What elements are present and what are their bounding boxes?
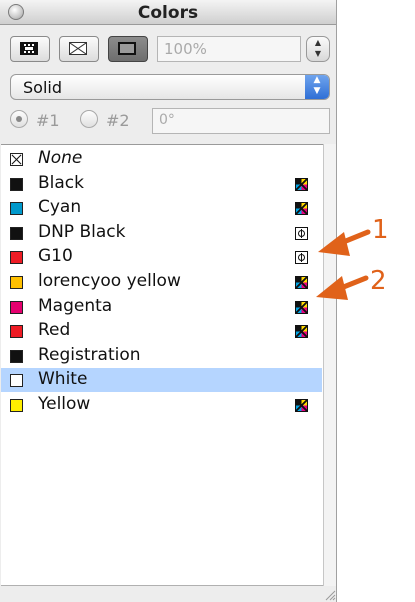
spot-icon [295, 226, 308, 240]
color-swatch [10, 374, 23, 388]
list-item[interactable]: None [1, 147, 322, 171]
chevron-down-icon[interactable]: ▼ [307, 48, 329, 59]
color-swatch [10, 399, 23, 412]
color-swatch [10, 349, 23, 363]
text-color-button[interactable] [108, 36, 148, 62]
colors-list[interactable]: None Black Cyan DNP Black G10 lorencyoo yello… [1, 144, 323, 586]
color-name: Cyan [38, 197, 82, 218]
list-item[interactable]: Registration [1, 344, 322, 368]
color-name: Yellow [38, 394, 91, 414]
color1-label: #1 [36, 111, 60, 130]
color-swatch [10, 226, 23, 240]
chevron-up-icon[interactable]: ▲ [307, 37, 329, 48]
window-title: Colors [137, 3, 199, 23]
list-item[interactable]: Cyan [1, 196, 322, 220]
blend-mode-select[interactable]: Solid ▲ ▼ [10, 74, 330, 100]
color-swatch [10, 153, 23, 166]
text-box-icon [118, 42, 136, 55]
cmyk-icon [295, 325, 308, 339]
content-color-button[interactable] [59, 36, 99, 62]
frame-color-button[interactable] [10, 36, 50, 62]
list-item[interactable]: Red [1, 319, 322, 343]
color-swatch [10, 325, 23, 339]
resize-grip-icon[interactable] [323, 588, 336, 601]
content-icon [69, 42, 87, 55]
title-bar[interactable]: Colors [0, 0, 336, 25]
color-name: Registration [38, 344, 141, 365]
color-name: Red [38, 320, 71, 341]
list-item[interactable]: G10 [1, 245, 322, 269]
popup-arrows-icon: ▲ ▼ [305, 75, 329, 99]
color2-radio[interactable] [80, 110, 98, 128]
cmyk-icon [295, 300, 308, 314]
list-item[interactable]: Magenta [1, 295, 322, 319]
callout-label-2: 2 [370, 266, 387, 296]
frame-icon [20, 42, 38, 55]
blend-mode-value: Solid [23, 78, 62, 97]
color-name: G10 [38, 246, 73, 267]
list-item[interactable]: lorencyoo yellow [1, 270, 322, 294]
tint-stepper[interactable]: ▲ ▼ [306, 36, 330, 62]
spot-icon [295, 251, 308, 265]
color1-radio[interactable] [10, 110, 28, 128]
tint-input[interactable]: 100% [157, 36, 301, 62]
color-swatch [10, 251, 23, 265]
cmyk-icon [295, 399, 308, 412]
angle-input[interactable]: 0° [152, 108, 330, 134]
list-item[interactable]: Yellow [1, 393, 322, 417]
color-name: White [38, 369, 88, 390]
cmyk-icon [295, 276, 308, 289]
color2-label: #2 [106, 111, 130, 130]
color-name: DNP Black [38, 221, 126, 242]
colors-palette: Colors 100% ▲ ▼ Solid ▲ ▼ #1 #2 0° None Bl… [0, 0, 337, 602]
list-item[interactable]: DNP Black [1, 221, 322, 245]
cmyk-icon [295, 177, 308, 191]
color-swatch [10, 177, 23, 191]
color-swatch [10, 276, 23, 289]
color-swatch [10, 202, 23, 216]
cmyk-icon [295, 202, 308, 216]
color-swatch [10, 300, 23, 314]
color-name: Magenta [38, 295, 113, 316]
color-name: None [38, 148, 83, 168]
callout-label-1: 1 [372, 215, 389, 245]
color-name: lorencyoo yellow [38, 271, 181, 291]
color-name: Black [38, 172, 84, 193]
list-item[interactable]: White [1, 368, 322, 393]
list-item[interactable]: Black [1, 172, 322, 196]
scrollbar[interactable] [323, 144, 336, 586]
